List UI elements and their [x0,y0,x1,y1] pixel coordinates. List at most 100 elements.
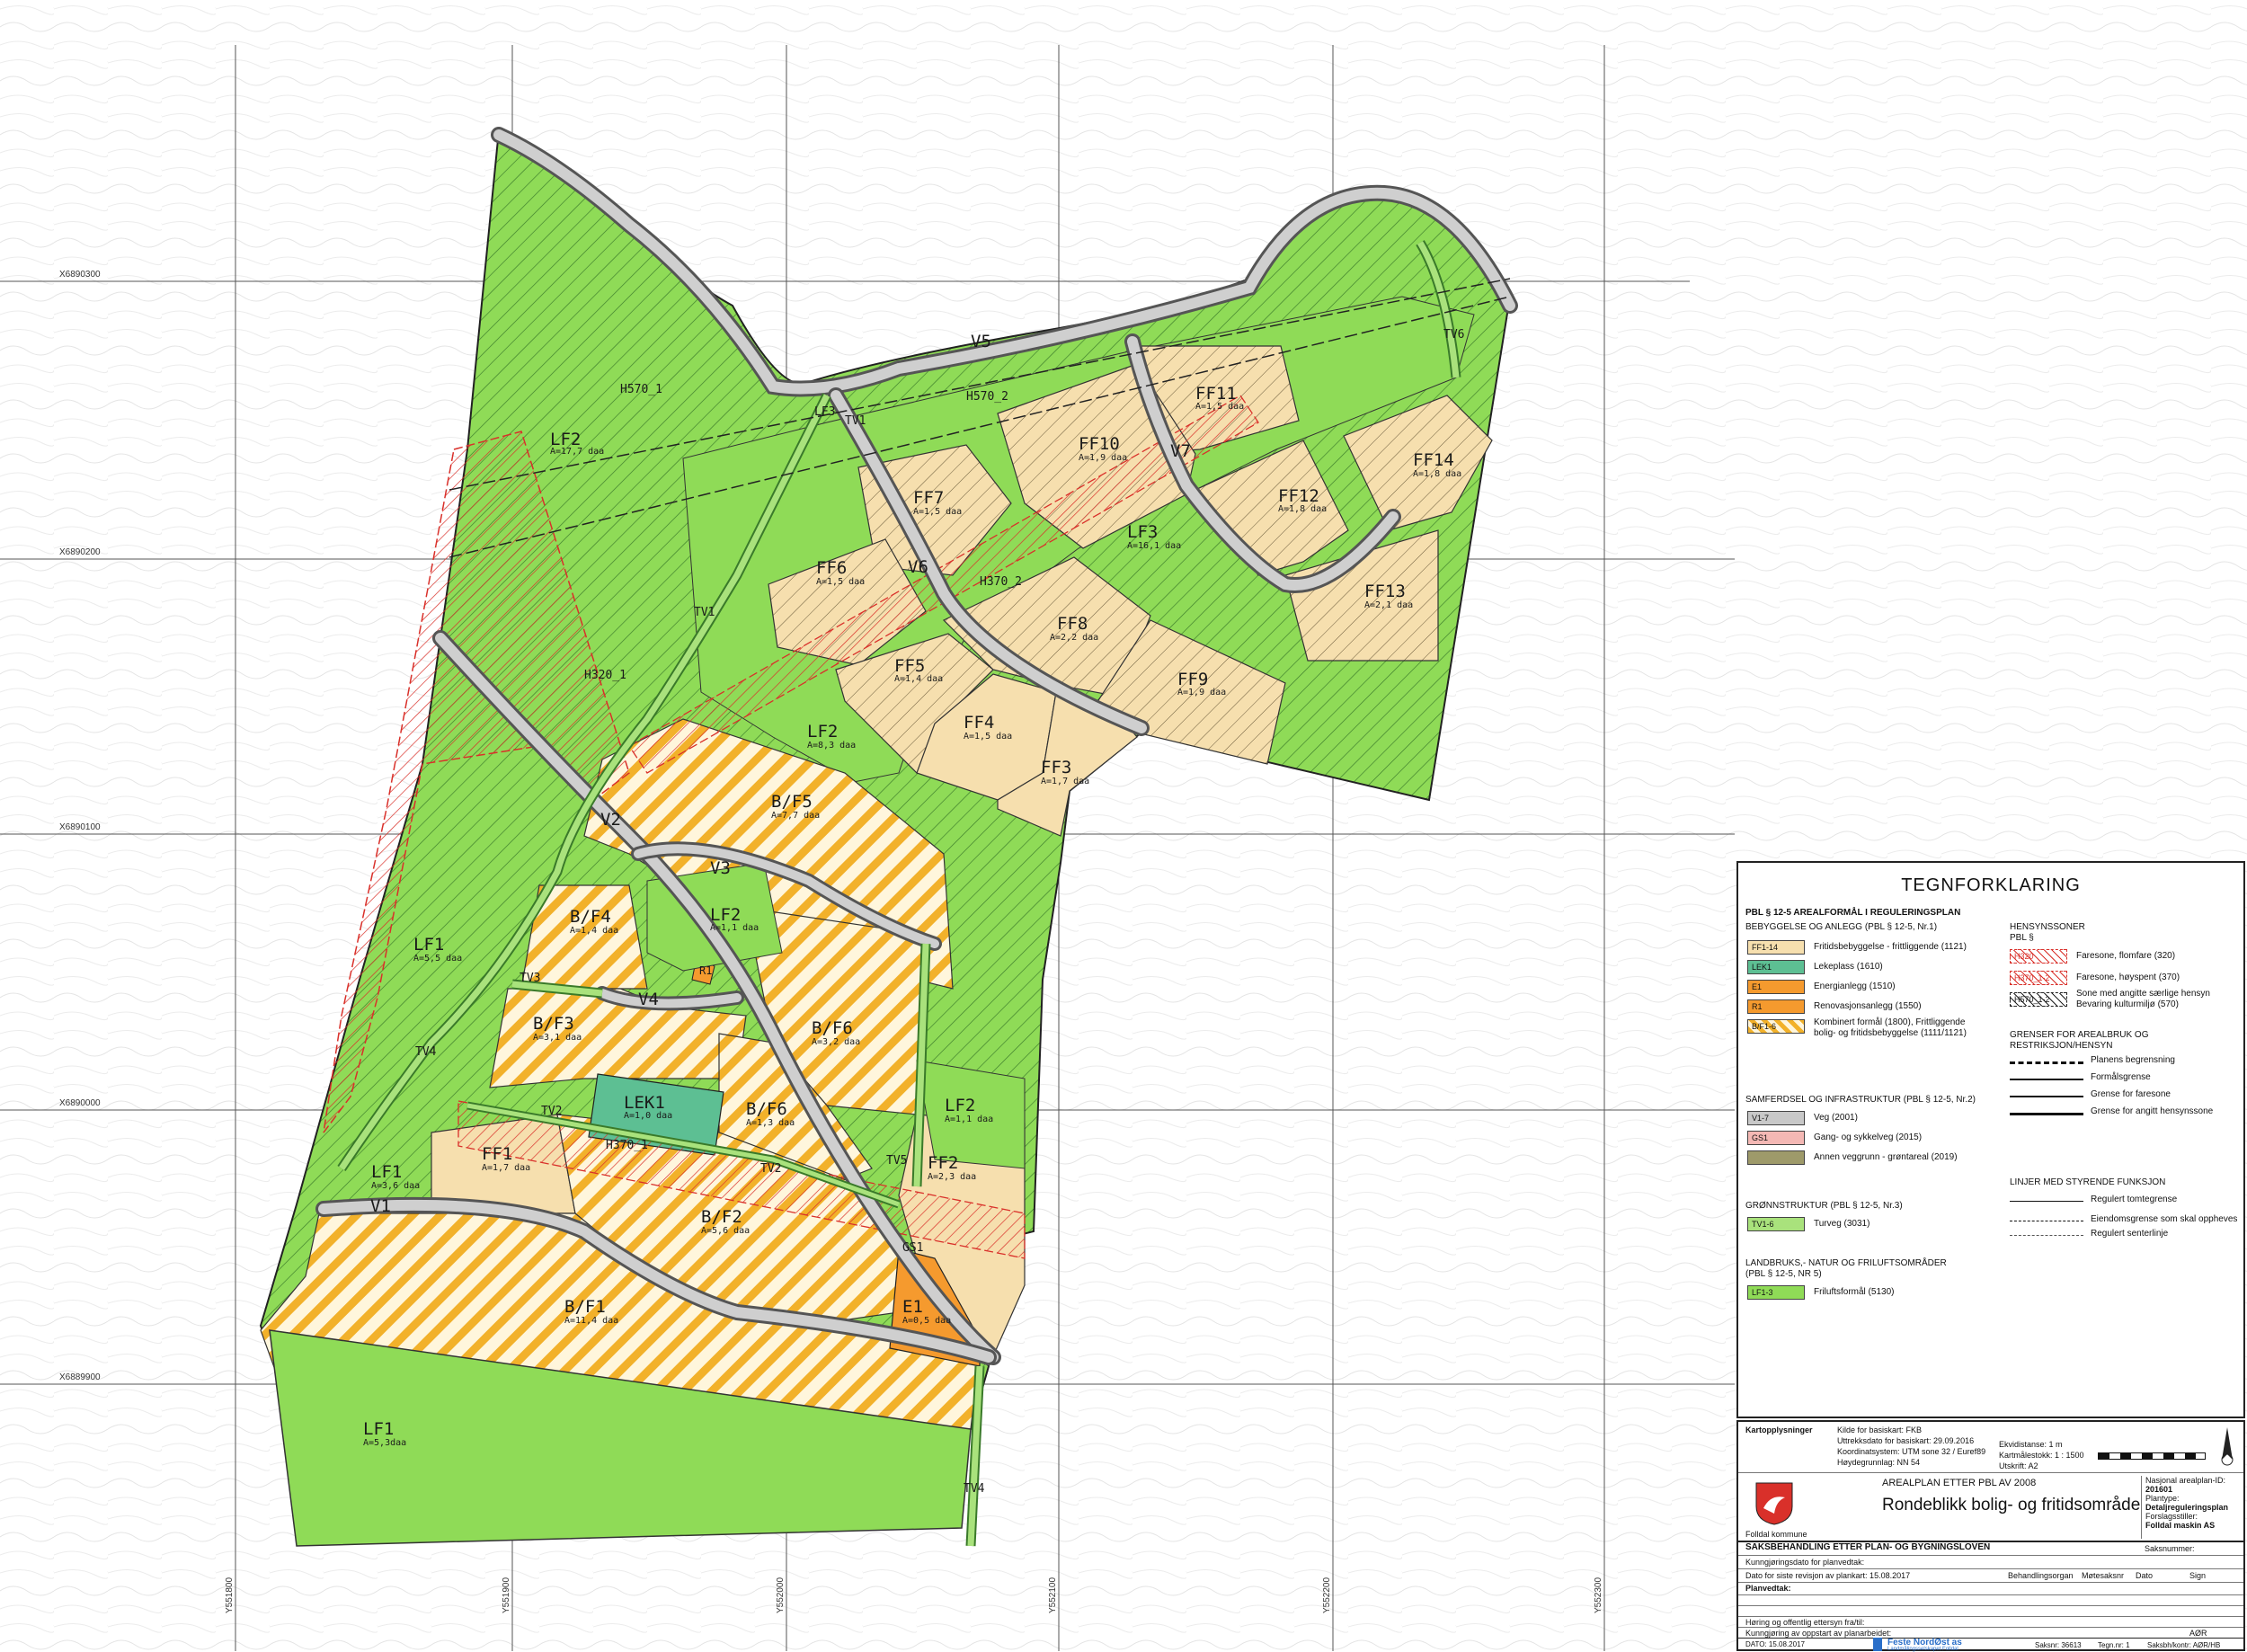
coord-y-1: Y551800 [225,1577,235,1613]
legend-label-lf: Friluftsformål (5130) [1814,1287,1895,1297]
label-lf1-mid-area: A=3,6 daa [371,1181,420,1191]
tb-arealplan: AREALPLAN ETTER PBL AV 2008 [1882,1478,2037,1488]
legend-label-lek: Lekeplass (1610) [1814,962,1883,972]
label-lf1-left: LF1 [413,935,444,955]
label-lf2-small: LF2 [710,905,741,925]
legend-swatch-bf: B/F1-6 [1747,1019,1805,1034]
legend-samferdsel: SAMFERDSEL OG INFRASTRUKTUR (PBL § 12-5,… [1745,1095,1976,1105]
label-lf3-area: A=16,1 daa [1127,541,1181,551]
tb-kommune: Folldal kommune [1745,1530,1807,1539]
label-tv4-left: TV4 [415,1045,437,1059]
label-bf1: B/F1 [564,1297,606,1317]
tb-tegn: Tegn.nr: 1 [2098,1641,2130,1649]
firma-logo-icon [1873,1638,1882,1651]
legend-label-h370: Faresone, høyspent (370) [2076,973,2180,982]
coord-x-2: X6890200 [59,547,101,557]
coord-y-3: Y552000 [776,1577,786,1613]
label-ff6: FF6 [816,558,847,578]
label-lf1-mid: LF1 [371,1162,402,1182]
label-ff13: FF13 [1364,582,1406,601]
legend-line-hensyn [2010,1113,2083,1115]
legend-glines-0: Planens begrensning [2091,1055,2175,1065]
label-v4: V4 [638,990,659,1009]
tb-saksbeh: SAKSBEHANDLING ETTER PLAN- OG BYGNINGSLO… [1745,1542,1991,1552]
label-v1: V1 [370,1196,391,1216]
tb-motesak: Møtesaksnr [2082,1571,2125,1580]
label-bf5: B/F5 [771,792,813,812]
label-lf2-right-area: A=1,1 daa [945,1115,993,1124]
legend-title: TEGNFORKLARING [1901,875,2081,895]
label-ff4: FF4 [964,713,994,733]
label-bf6b-area: A=1,3 daa [746,1118,795,1128]
label-lf1-left-area: A=5,5 daa [413,954,462,964]
legend-swatch-lf: LF1-3 [1747,1285,1805,1300]
north-arrow-icon [2221,1427,2234,1466]
label-bf2-area: A=5,6 daa [701,1226,750,1236]
label-lf2-top-area: A=17,7 daa [550,447,604,457]
legend-label-ff: Fritidsbebyggelse - frittliggende (1121) [1814,942,1967,952]
label-ff13-area: A=2,1 daa [1364,600,1413,610]
label-bf6a: B/F6 [812,1018,853,1038]
legend-glines-2: Grense for faresone [2091,1089,2171,1099]
tb-behorg: Behandlingsorgan [2008,1571,2074,1580]
label-bf3: B/F3 [533,1014,574,1034]
label-ff8-area: A=2,2 daa [1050,633,1098,643]
legend-swatch-gront [1747,1150,1805,1165]
tb-sign: Sign [2189,1571,2207,1580]
label-ff1-area: A=1,7 daa [482,1163,530,1173]
label-ff5: FF5 [894,656,925,676]
legend-label-bf: Kombinert formål (1800), Frittliggende [1814,1017,1966,1027]
legend-grenser-2: RESTRIKSJON/HENSYN [2010,1041,2113,1051]
tb-dato: Dato for siste revisjon av plankart: 15.… [1745,1571,1911,1580]
tb-utskrift: Utskrift: A2 [1999,1461,2038,1470]
legend-hensyn: HENSYNSSONER [2010,922,2085,932]
label-ff9: FF9 [1177,670,1208,689]
legend-linjer: LINJER MED STYRENDE FUNKSJON [2010,1177,2166,1187]
tb-malestokk: Kartmålestokk: 1 : 1500 [1999,1451,2084,1460]
tb-kart: Kartopplysninger [1745,1426,1813,1434]
label-tv5: TV5 [886,1154,907,1168]
legend-heading: PBL § 12-5 AREALFORMÅL I REGULERINGSPLAN [1745,908,1961,918]
legend-label-bf-2: bolig- og fritidsbebyggelse (1111/1121) [1814,1028,1967,1038]
tb-plantype: Plantype: [2145,1494,2180,1503]
label-bf2: B/F2 [701,1207,742,1227]
kommune-crest-icon [1755,1482,1793,1525]
tb-forslag: Forslagsstiller: [2145,1512,2198,1521]
label-ff10-area: A=1,9 daa [1079,453,1127,463]
label-h320-1: H320_1 [584,669,626,682]
label-ff12: FF12 [1278,486,1319,506]
label-v6: V6 [908,557,928,577]
legend-landbruk: LANDBRUKS,- NATUR OG FRILUFTSOMRÅDER [1745,1258,1947,1268]
legend-glines-3: Grense for angitt hensynssone [2091,1106,2214,1116]
tb-datocol: Dato [2136,1571,2154,1580]
legend-swatch-h320: H320 [2010,949,2067,964]
tb-planname: Rondeblikk bolig- og fritidsområde [1882,1496,2141,1514]
tb-forslagv: Folldal maskin AS [2145,1521,2216,1530]
legend-swatch-h370: H370_1-2 [2010,971,2067,985]
legend-panel: TEGNFORKLARING PBL § 12-5 AREALFORMÅL I … [1736,861,2245,1418]
tb-sign1: AØR [2189,1629,2207,1638]
coord-x-5: X6889900 [59,1372,101,1382]
label-gs1: GS1 [902,1241,923,1255]
legend-swatch-r: R1 [1747,999,1805,1014]
label-lf2-mid-area: A=8,3 daa [807,741,856,751]
label-bf6b: B/F6 [746,1099,787,1119]
tb-planvedtak: Planvedtak: [1745,1584,1791,1593]
label-ff5-area: A=1,4 daa [894,674,943,684]
legend-label-gs: Gang- og sykkelveg (2015) [1814,1132,1923,1142]
tb-koord: Koordinatsystem: UTM sone 32 / Euref89 [1837,1447,1986,1456]
tb-nasjid: 201601 [2145,1485,2173,1494]
coord-x-1: X6890300 [59,270,101,280]
legend-label-e: Energianlegg (1510) [1814,981,1896,991]
legend-swatch-h570: H570_1-2 [2010,992,2067,1007]
legend-line-formal [2010,1079,2083,1080]
tb-plantypev: Detaljreguleringsplan [2145,1503,2229,1512]
label-lek1: LEK1 [624,1093,665,1113]
legend-label-h570-2: Bevaring kulturmiljø (570) [2076,999,2179,1009]
tb-horing: Høring og offentlig ettersyn fra/til: [1745,1618,1865,1627]
label-h370-2: H370_2 [980,575,1022,589]
label-ff11-area: A=1,5 daa [1195,402,1244,412]
tb-saksbh: Saksbh/kontr: AØR/HB [2147,1641,2221,1649]
label-ff3-area: A=1,7 daa [1041,777,1089,786]
label-lek1-area: A=1,0 daa [624,1111,672,1121]
